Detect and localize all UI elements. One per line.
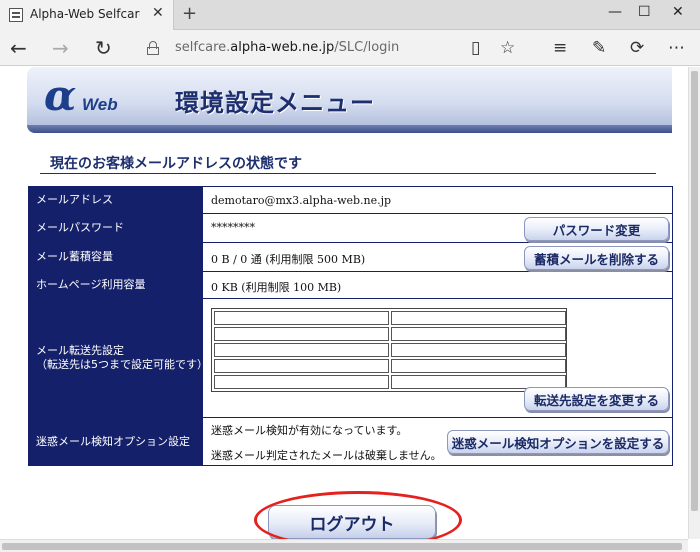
forward-address-input[interactable] (214, 359, 389, 373)
banner-bar (27, 125, 672, 133)
lock-icon (147, 41, 159, 55)
forward-address-input[interactable] (391, 311, 566, 325)
email-value: demotaro@mx3.alpha-web.ne.jp (211, 194, 392, 207)
change-password-button[interactable]: パスワード変更 (524, 217, 669, 241)
reading-view-icon[interactable]: ▯ (471, 38, 480, 58)
forward-address-input[interactable] (391, 359, 566, 373)
page-title: 環境設定メニュー (175, 89, 375, 117)
forward-address-input[interactable] (391, 327, 566, 341)
homepage-usage-value: 0 KB (利用制限 100 MB) (211, 281, 342, 294)
delete-stored-mail-button[interactable]: 蓄積メールを削除する (524, 246, 669, 270)
spam-status-text: 迷惑メール検知が有効になっています。 (211, 424, 408, 437)
logout-button[interactable]: ログアウト (268, 505, 436, 539)
forward-address-input[interactable] (214, 375, 389, 389)
new-tab-icon[interactable]: + (182, 3, 197, 24)
refresh-icon[interactable]: ↻ (95, 36, 112, 60)
favorite-star-icon[interactable]: ☆ (500, 38, 515, 58)
browser-tab[interactable]: Alpha-Web Selfcare Serv ✕ (0, 0, 174, 30)
tab-title: Alpha-Web Selfcare Serv (30, 7, 140, 21)
password-value: ******** (211, 221, 255, 234)
change-forwarding-button[interactable]: 転送先設定を変更する (524, 387, 669, 411)
browser-titlebar: Alpha-Web Selfcare Serv ✕ + — ☐ ✕ (0, 0, 700, 30)
section-title: 現在のお客様メールアドレスの状態です (50, 156, 302, 172)
vertical-scrollbar[interactable] (688, 67, 700, 539)
table-row-mail-storage: メール蓄積容量 0 B / 0 通 (利用制限 500 MB) 蓄積メールを削除… (29, 243, 672, 272)
table-row-forwarding: メール転送先設定 （転送先は5つまで設定可能です） 転送先設定を変更する (29, 299, 672, 418)
header-banner: α Web 環境設定メニュー (27, 67, 672, 133)
spam-option-button[interactable]: 迷惑メール検知オプションを設定する (447, 430, 669, 454)
table-row-homepage-usage: ホームページ利用容量 0 KB (利用制限 100 MB) (29, 272, 672, 299)
table-row-email: メールアドレス demotaro@mx3.alpha-web.ne.jp (29, 187, 672, 214)
mail-storage-value: 0 B / 0 通 (利用制限 500 MB) (211, 253, 366, 266)
forward-icon[interactable]: → (52, 36, 69, 60)
forwarding-label: メール転送先設定 （転送先は5つまで設定可能です） (29, 299, 208, 417)
spam-policy-text: 迷惑メール判定されたメールは破棄しません。 (211, 449, 442, 462)
table-row-spam: 迷惑メール検知オプション設定 迷惑メール検知が有効になっています。 迷惑メール判… (29, 418, 672, 465)
back-icon[interactable]: ← (10, 36, 27, 60)
horizontal-scrollbar[interactable] (0, 539, 688, 552)
forward-address-input[interactable] (214, 311, 389, 325)
close-window-icon[interactable]: ✕ (672, 4, 684, 20)
forward-address-input[interactable] (391, 343, 566, 357)
section-divider (40, 173, 656, 174)
homepage-usage-label: ホームページ利用容量 (29, 272, 203, 298)
page-favicon-icon (9, 8, 23, 22)
web-note-icon[interactable]: ✎ (592, 38, 606, 58)
share-icon[interactable]: ⟳ (630, 38, 644, 58)
maximize-icon[interactable]: ☐ (638, 4, 651, 20)
forward-address-input[interactable] (214, 327, 389, 341)
email-label: メールアドレス (29, 187, 203, 213)
alpha-web-logo: α Web (44, 71, 118, 120)
password-label: メールパスワード (29, 214, 203, 242)
table-row-password: メールパスワード ******** パスワード変更 (29, 214, 672, 243)
mail-storage-label: メール蓄積容量 (29, 243, 203, 271)
account-status-table: メールアドレス demotaro@mx3.alpha-web.ne.jp メール… (28, 186, 673, 466)
close-tab-icon[interactable]: ✕ (152, 5, 164, 21)
page-content: α Web 環境設定メニュー 現在のお客様メールアドレスの状態です メールアドレ… (0, 67, 688, 539)
minimize-icon[interactable]: — (608, 4, 622, 20)
hub-icon[interactable]: ≡ (553, 38, 567, 58)
forwarding-address-table (211, 308, 567, 392)
browser-toolbar: ← → ↻ selfcare.alpha-web.ne.jp/SLC/login… (0, 30, 700, 66)
more-icon[interactable]: ⋯ (668, 38, 685, 58)
spam-label: 迷惑メール検知オプション設定 (29, 418, 203, 465)
address-bar[interactable]: selfcare.alpha-web.ne.jp/SLC/login (175, 40, 399, 55)
forward-address-input[interactable] (214, 343, 389, 357)
